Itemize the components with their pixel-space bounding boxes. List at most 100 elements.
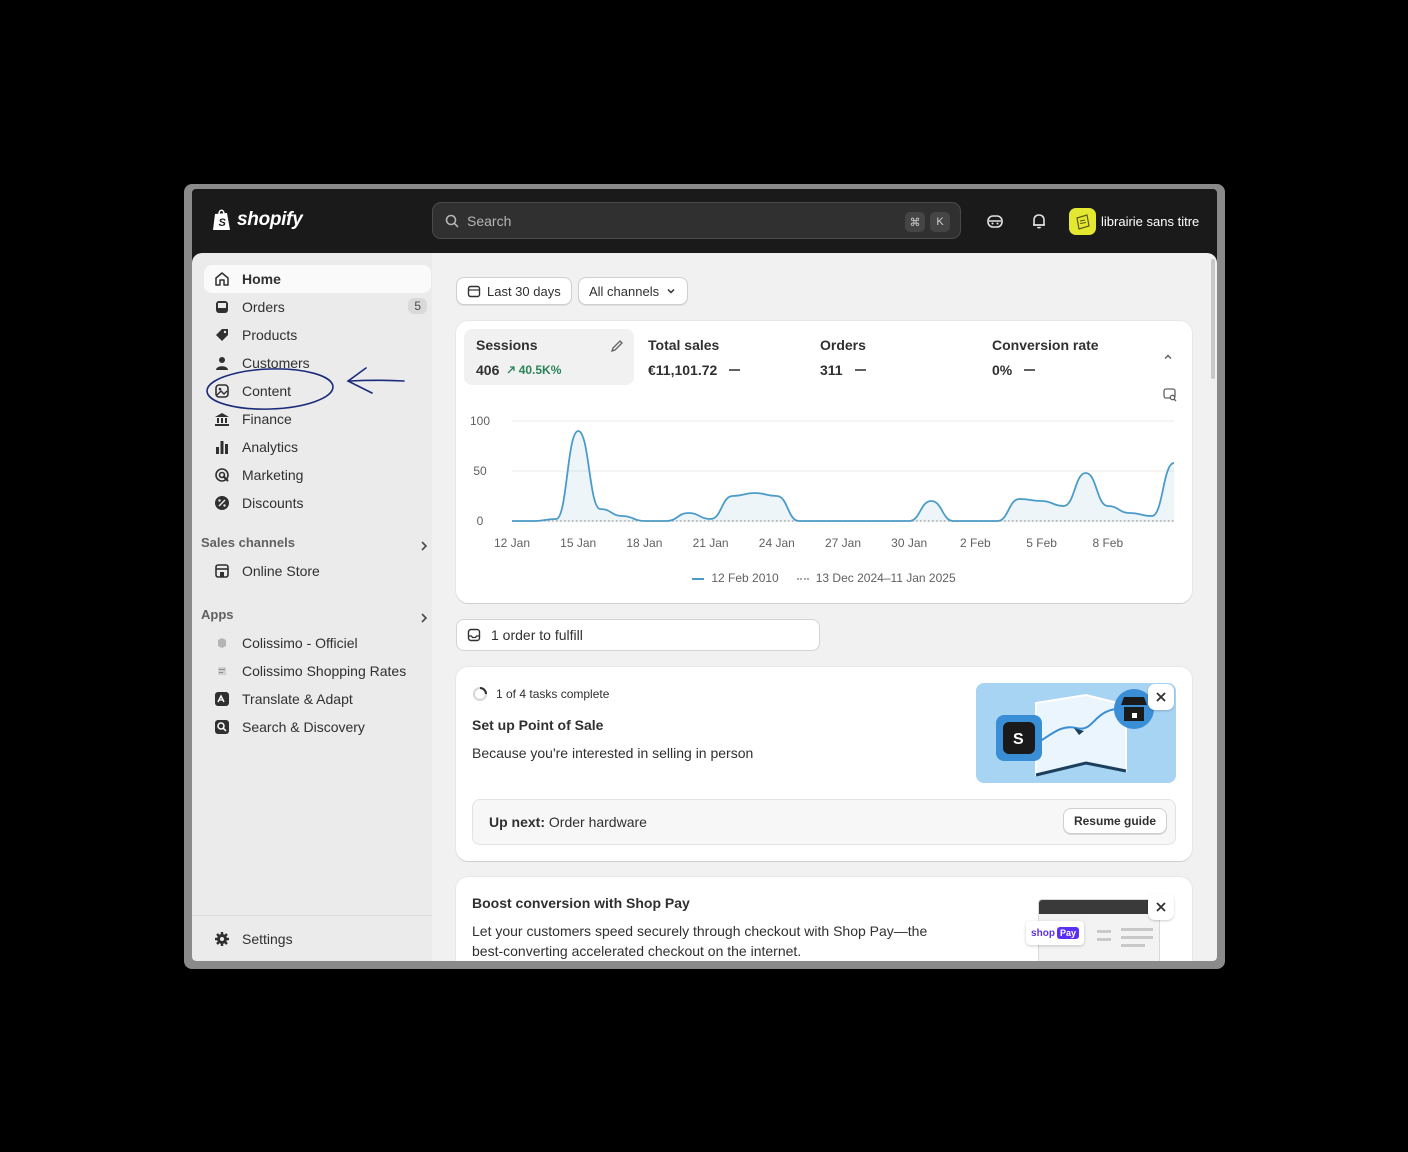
svg-text:S: S [1013, 731, 1024, 748]
target-icon [215, 468, 229, 482]
y-tick-label: 100 [470, 414, 490, 428]
store-switcher[interactable]: librairie sans titre [1069, 208, 1199, 235]
sidebar-item-search-discovery[interactable]: Search & Discovery [204, 713, 431, 741]
sessions-line-chart: 100 50 0 12 Jan 15 Jan 18 Jan 21 Jan 24 Jan 27 J… [470, 414, 1175, 550]
svg-text:S: S [219, 217, 227, 229]
chevron-down-icon [667, 288, 675, 294]
resume-guide-button[interactable]: Resume guide [1062, 808, 1167, 834]
inbox-icon [467, 628, 481, 642]
pencil-icon[interactable] [610, 339, 624, 353]
legend-item-previous: 13 Dec 2024–11 Jan 2025 [796, 571, 956, 585]
x-tick-label: 15 Jan [560, 536, 596, 550]
legend-label: 13 Dec 2024–11 Jan 2025 [815, 571, 956, 585]
shop-pay-card: Boost conversion with Shop Pay Let your … [456, 877, 1192, 961]
calendar-icon [467, 285, 481, 298]
apps-heading-label: Apps [201, 607, 234, 622]
close-icon [1156, 692, 1166, 702]
colissimo-rates-app-icon [218, 667, 226, 675]
no-change-dash [854, 369, 866, 371]
metric-sessions[interactable]: Sessions 406 40.5K% [464, 329, 634, 385]
legend-swatch [796, 577, 809, 580]
metric-value: 311 [820, 362, 843, 378]
close-icon [1156, 902, 1166, 912]
sidebar-item-home[interactable]: Home [204, 265, 431, 293]
orders-count-badge: 5 [408, 298, 427, 314]
sidebar-item-analytics[interactable]: Analytics [204, 433, 431, 461]
sales-channels-heading[interactable]: Sales channels [201, 535, 429, 551]
x-tick-label: 24 Jan [759, 536, 795, 550]
metric-label: Sessions [476, 337, 538, 353]
annotation-circle [206, 368, 334, 410]
chevron-right-icon [421, 613, 428, 623]
setup-pos-card: 1 of 4 tasks complete Set up Point of Sa… [456, 667, 1192, 861]
sidekick-icon[interactable] [986, 212, 1004, 230]
legend-swatch [692, 577, 705, 580]
y-tick-label: 50 [473, 464, 487, 478]
discount-icon [215, 496, 229, 510]
sidebar-item-marketing[interactable]: Marketing [204, 461, 431, 489]
date-range-label: Last 30 days [487, 283, 561, 299]
x-tick-label: 30 Jan [891, 536, 927, 550]
up-next-label: Up next: [489, 814, 545, 830]
sidebar-item-orders[interactable]: Orders 5 [204, 293, 431, 321]
task-progress: 1 of 4 tasks complete [472, 686, 609, 702]
checkout-mockup-line [1121, 936, 1153, 939]
chevron-up-icon[interactable] [1162, 351, 1174, 363]
sales-channels-heading-label: Sales channels [201, 535, 295, 550]
metric-change-value: 40.5K% [518, 363, 562, 377]
date-range-button[interactable]: Last 30 days [456, 277, 572, 305]
series-current-area [512, 431, 1174, 521]
sidebar-item-label: Colissimo - Officiel [242, 635, 358, 651]
brand-name: shopify [237, 208, 303, 230]
orders-to-fulfill-label: 1 order to fulfill [491, 627, 583, 643]
metric-value: 0% [992, 362, 1013, 378]
sidebar-item-colissimo-rates[interactable]: Colissimo Shopping Rates [204, 657, 431, 685]
apps-heading[interactable]: Apps [201, 607, 429, 623]
x-tick-label: 8 Feb [1092, 536, 1123, 550]
metric-value: 406 [476, 362, 500, 378]
sidebar-item-translate-adapt[interactable]: Translate & Adapt [204, 685, 431, 713]
channels-dropdown[interactable]: All channels [578, 277, 689, 305]
shortcut-key-k: K [930, 212, 950, 232]
up-next-value: Order hardware [548, 814, 647, 830]
sidebar-item-online-store[interactable]: Online Store [204, 557, 431, 585]
close-shop-pay-card-button[interactable] [1148, 894, 1174, 920]
x-tick-label: 27 Jan [825, 536, 861, 550]
sidebar-item-label: Finance [242, 411, 292, 427]
metric-total-sales[interactable]: Total sales €11,101.72 [636, 329, 806, 385]
search-placeholder: Search [467, 212, 512, 229]
pos-map-illustration: S [996, 689, 1154, 777]
shopify-bag-icon: S [213, 209, 230, 230]
sidebar-item-label: Discounts [242, 495, 304, 511]
store-name: librairie sans titre [1101, 214, 1200, 229]
main-content: Last 30 days All channels Sessions 406 4… [432, 253, 1217, 961]
legend-item-current: 12 Feb 2010 [692, 571, 779, 585]
x-tick-label: 21 Jan [693, 536, 729, 550]
checkout-mockup-line [1097, 930, 1111, 933]
store-avatar [1069, 208, 1096, 235]
close-pos-card-button[interactable] [1148, 684, 1174, 710]
metric-orders[interactable]: Orders 311 [808, 329, 978, 385]
sidebar-item-colissimo-officiel[interactable]: Colissimo - Officiel [204, 629, 431, 657]
up-next-row: Up next: Order hardware Resume guide [472, 799, 1176, 845]
metric-label: Total sales [648, 337, 720, 353]
scrollbar[interactable] [1211, 259, 1215, 379]
metric-conversion-rate[interactable]: Conversion rate 0% [980, 329, 1150, 385]
legend-label: 12 Feb 2010 [711, 571, 779, 585]
store-icon [215, 564, 229, 578]
search-bar[interactable]: Search ⌘ K [432, 202, 961, 239]
sidebar-item-label: Products [242, 327, 298, 343]
x-tick-label: 18 Jan [626, 536, 662, 550]
sidebar-item-products[interactable]: Products [204, 321, 431, 349]
no-change-dash [729, 369, 741, 371]
shopify-logo[interactable]: S shopify [212, 208, 303, 231]
analytics-card: Sessions 406 40.5K% Total sales €11,101.… [456, 321, 1192, 603]
top-bar: S shopify Search ⌘ K librairie sans titr… [192, 189, 1217, 253]
sidebar-item-settings[interactable]: Settings [204, 925, 431, 953]
shop-pay-logo: shop Pay [1026, 921, 1084, 945]
sidebar-item-discounts[interactable]: Discounts [204, 489, 431, 517]
bell-icon[interactable] [1030, 212, 1048, 230]
orders-to-fulfill-button[interactable]: 1 order to fulfill [456, 619, 820, 651]
sidebar-item-label: Home [242, 271, 281, 287]
shop-pay-card-description: Let your customers speed securely throug… [472, 923, 928, 959]
